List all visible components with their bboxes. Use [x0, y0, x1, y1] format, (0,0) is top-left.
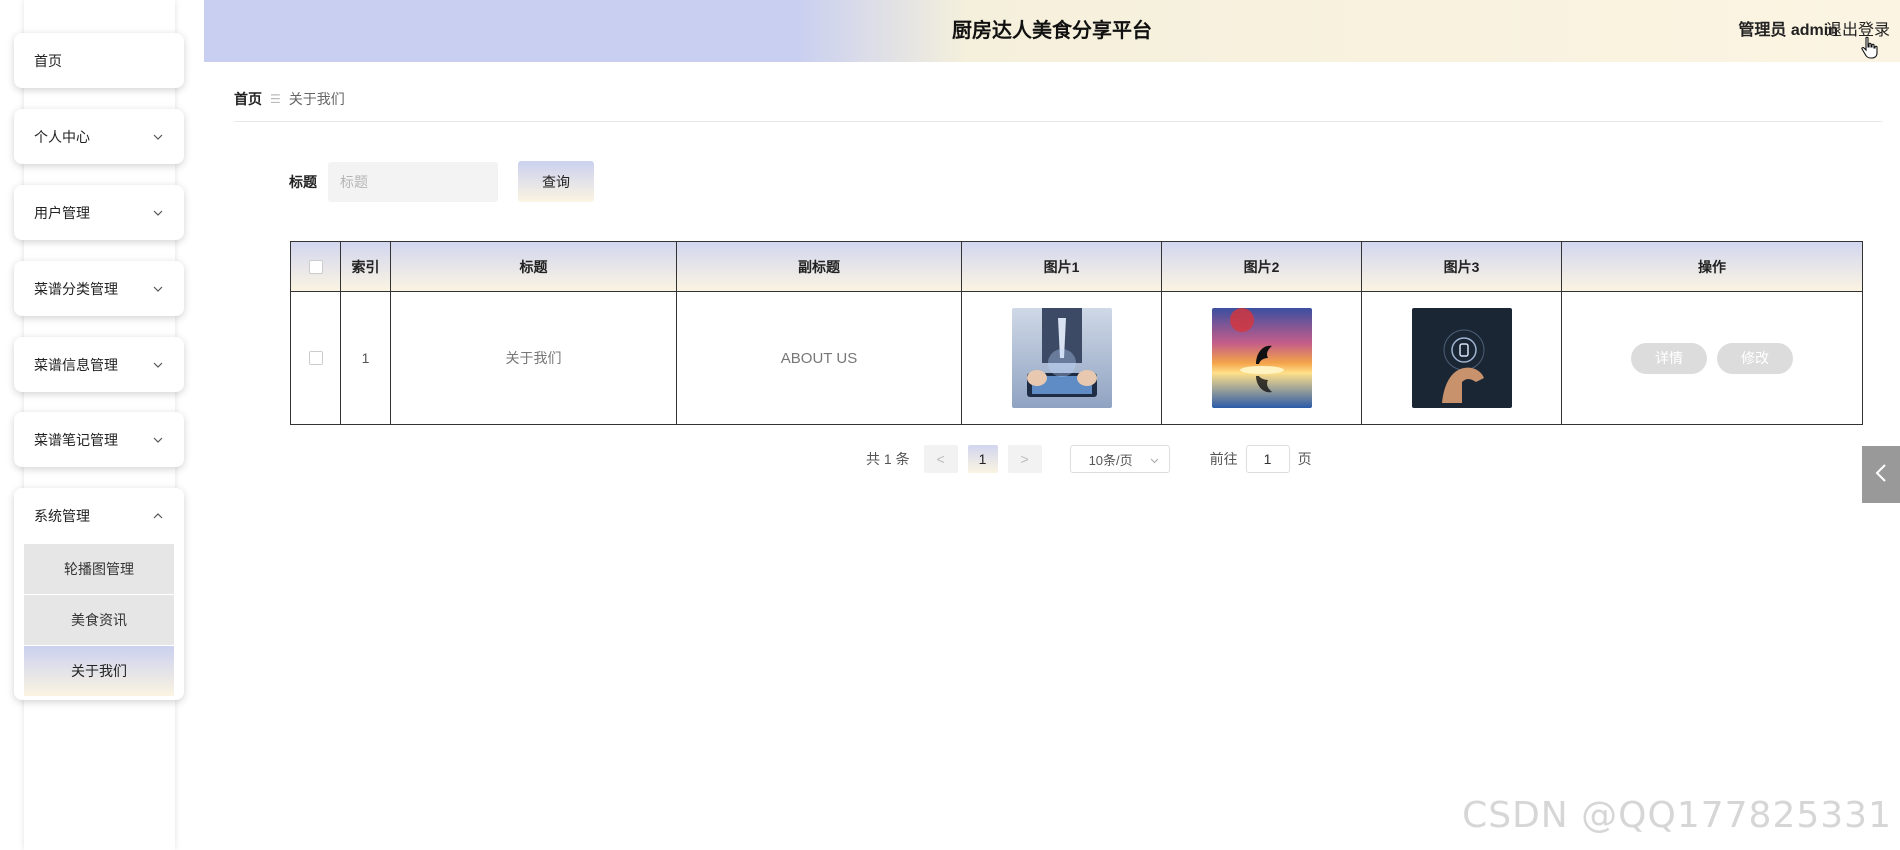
sidebar-item-label: 菜谱信息管理 — [34, 356, 118, 373]
chevron-up-icon — [152, 510, 164, 522]
image-cell-2 — [1162, 292, 1362, 424]
chevron-down-icon — [152, 207, 164, 219]
next-page-button[interactable]: > — [1007, 445, 1042, 473]
breadcrumb: 首页 ☰ 关于我们 — [234, 88, 345, 110]
sidebar-subitem-food-news[interactable]: 美食资讯 — [24, 595, 174, 646]
search-button[interactable]: 查询 — [518, 161, 594, 202]
chevron-down-icon — [1150, 452, 1159, 467]
sidebar-item-system-management[interactable]: 系统管理 — [14, 488, 184, 544]
header-select-all — [291, 242, 341, 291]
detail-button[interactable]: 详情 — [1631, 342, 1707, 374]
title-search-input[interactable] — [328, 162, 498, 202]
chevron-down-icon — [152, 434, 164, 446]
row-actions: 详情 修改 — [1562, 292, 1862, 424]
pagination-total: 共 1 条 — [866, 451, 910, 467]
breadcrumb-home[interactable]: 首页 — [234, 89, 262, 109]
page-number-button[interactable]: 1 — [967, 445, 998, 473]
sidebar-subitem-about-us[interactable]: 关于我们 — [24, 646, 174, 697]
search-label: 标题 — [289, 174, 317, 190]
page-size-select[interactable]: 10条/页 — [1069, 445, 1170, 473]
select-all-checkbox[interactable] — [308, 259, 323, 274]
row-title: 关于我们 — [391, 292, 677, 424]
sidebar-subitem-label: 关于我们 — [71, 663, 127, 679]
chevron-left-icon — [1875, 463, 1887, 486]
prev-page-button[interactable]: < — [923, 445, 958, 473]
page-suffix: 页 — [1297, 451, 1312, 467]
sidebar-item-label: 菜谱分类管理 — [34, 280, 118, 297]
submenu: 轮播图管理 美食资讯 关于我们 — [24, 544, 174, 697]
pagination: 共 1 条 < 1 > 10条/页 前往 页 — [866, 445, 1312, 473]
top-header: 厨房达人美食分享平台 管理员 admin 退出登录 — [204, 0, 1900, 62]
sidebar: 首页 个人中心 用户管理 菜谱分类管理 菜谱信息管理 菜谱笔记管理 系统管理 轮… — [0, 0, 204, 850]
column-header: 标题 — [391, 242, 677, 291]
thumbnail-hand-lock-image[interactable] — [1411, 308, 1512, 408]
sidebar-item-recipe-info[interactable]: 菜谱信息管理 — [14, 337, 184, 392]
chevron-down-icon — [152, 283, 164, 295]
divider — [234, 121, 1882, 122]
column-header: 图片2 — [1162, 242, 1362, 291]
hand-cursor-icon — [1860, 36, 1880, 60]
row-subtitle: ABOUT US — [677, 292, 962, 424]
chevron-down-icon — [152, 131, 164, 143]
edit-button[interactable]: 修改 — [1717, 342, 1793, 374]
chevron-down-icon — [152, 359, 164, 371]
breadcrumb-current: 关于我们 — [288, 91, 345, 107]
sidebar-item-label: 首页 — [34, 52, 62, 69]
goto-label: 前往 — [1209, 451, 1238, 467]
thumbnail-dolphin-sunset-image[interactable] — [1211, 308, 1312, 408]
row-checkbox[interactable] — [308, 351, 323, 365]
sidebar-subitem-carousel[interactable]: 轮播图管理 — [24, 544, 174, 595]
sidebar-item-user-management[interactable]: 用户管理 — [14, 185, 184, 240]
sidebar-subitem-label: 轮播图管理 — [64, 561, 134, 577]
image-cell-3 — [1362, 292, 1562, 424]
sidebar-item-personal-center[interactable]: 个人中心 — [14, 109, 184, 164]
sidebar-group-system: 系统管理 轮播图管理 美食资讯 关于我们 — [14, 488, 184, 700]
image-cell-1 — [962, 292, 1162, 424]
table-header: 索引 标题 副标题 图片1 图片2 图片3 操作 — [291, 242, 1862, 292]
column-header: 图片1 — [962, 242, 1162, 291]
column-header: 图片3 — [1362, 242, 1562, 291]
sidebar-item-recipe-notes[interactable]: 菜谱笔记管理 — [14, 412, 184, 467]
row-index: 1 — [341, 292, 391, 424]
logout-button[interactable]: 退出登录 — [1826, 0, 1890, 56]
data-table: 索引 标题 副标题 图片1 图片2 图片3 操作 1 关于我们 ABOUT US — [290, 241, 1863, 425]
sidebar-item-recipe-category[interactable]: 菜谱分类管理 — [14, 261, 184, 316]
goto-page-input[interactable] — [1245, 445, 1290, 473]
table-row: 1 关于我们 ABOUT US 详情 修改 — [291, 292, 1862, 424]
sidebar-item-label: 个人中心 — [34, 128, 90, 145]
column-header: 操作 — [1698, 258, 1726, 275]
sidebar-item-home[interactable]: 首页 — [14, 33, 184, 88]
row-select-cell — [291, 292, 341, 424]
sidebar-item-label: 系统管理 — [34, 508, 90, 524]
sidebar-subitem-label: 美食资讯 — [71, 612, 127, 628]
page-size-value: 10条/页 — [1088, 452, 1133, 468]
app-title: 厨房达人美食分享平台 — [952, 19, 1152, 42]
sidebar-item-label: 用户管理 — [34, 204, 90, 221]
breadcrumb-separator-icon: ☰ — [270, 92, 281, 106]
user-label: 管理员 admin — [1738, 22, 1838, 39]
sidebar-item-label: 菜谱笔记管理 — [34, 431, 118, 448]
column-header: 副标题 — [677, 242, 962, 291]
column-header: 索引 — [341, 242, 391, 291]
watermark: CSDN @QQ177825331 — [1462, 795, 1892, 836]
collapse-panel-button[interactable] — [1862, 446, 1900, 503]
thumbnail-tablet-image[interactable] — [1011, 308, 1112, 408]
